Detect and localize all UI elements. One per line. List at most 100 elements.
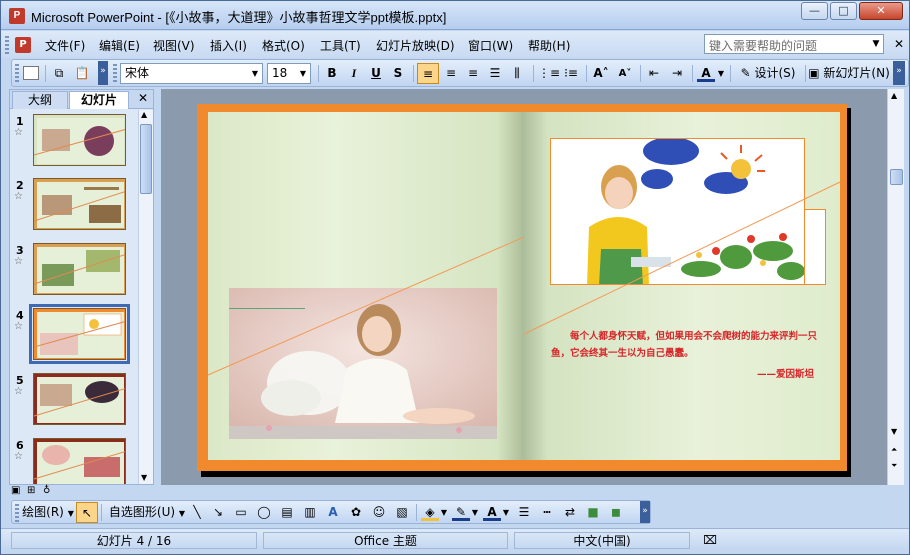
line-color-icon[interactable]: ✎ <box>452 502 470 521</box>
slide-thumbnail-row[interactable]: 4 ☆ <box>10 304 140 364</box>
toolbar-grip[interactable] <box>15 64 19 82</box>
textbox-icon[interactable]: ▤ <box>278 502 296 523</box>
draw-font-color-icon[interactable]: A <box>483 502 501 521</box>
language-indicator[interactable]: 中文(中国) <box>514 532 690 549</box>
fill-color-dropdown-icon[interactable]: ▼ <box>440 502 448 523</box>
line-color-dropdown-icon[interactable]: ▼ <box>471 502 479 523</box>
line-icon[interactable]: ╲ <box>188 502 206 523</box>
diagram-icon[interactable]: ✿ <box>347 502 365 523</box>
rectangle-icon[interactable]: ▭ <box>232 502 250 523</box>
wordart-icon[interactable]: A <box>324 502 342 523</box>
design-button[interactable]: ✎ 设计(S) <box>734 63 802 84</box>
vertical-textbox-icon[interactable]: ▥ <box>301 502 319 523</box>
clipart-icon[interactable]: ☺ <box>370 502 388 523</box>
align-right-icon[interactable]: ≡ <box>463 63 483 84</box>
shadow-button[interactable]: S <box>388 63 408 84</box>
help-search-input[interactable]: 键入需要帮助的问题 <box>704 34 884 54</box>
justify-icon[interactable]: ☰ <box>485 63 505 84</box>
tab-slides[interactable]: 幻灯片 <box>69 91 129 109</box>
menu-insert[interactable]: 插入(I) <box>210 37 247 54</box>
grow-font-button[interactable]: A˄ <box>590 63 612 84</box>
arrow-icon[interactable]: ↘ <box>209 502 227 523</box>
slide-thumbnail-row[interactable]: 6 ☆ <box>10 434 140 484</box>
slide-thumbnail-row[interactable]: 5 ☆ <box>10 369 140 429</box>
menu-tools[interactable]: 工具(T) <box>320 37 361 54</box>
select-pointer-button[interactable]: ↖ <box>76 502 98 523</box>
menu-file[interactable]: 文件(F) <box>45 37 85 54</box>
slideshow-icon[interactable]: ♁ <box>43 485 50 496</box>
font-color-dropdown-icon[interactable]: ▼ <box>716 63 726 84</box>
font-color-button[interactable]: A <box>697 63 715 82</box>
bullet-list-icon[interactable]: ⁝≡ <box>561 63 581 84</box>
slide-thumbnail-1[interactable] <box>33 114 126 166</box>
3d-style-icon[interactable]: ◼ <box>607 502 625 523</box>
slide-sorter-icon[interactable]: ⊞ <box>27 485 35 496</box>
draw-menu-button[interactable]: 绘图(R) ▼ <box>22 502 74 523</box>
menu-format[interactable]: 格式(O) <box>262 37 305 54</box>
size-dropdown-icon[interactable]: ▼ <box>296 64 310 83</box>
arrow-style-icon[interactable]: ⇄ <box>561 502 579 523</box>
new-document-icon[interactable] <box>23 66 39 80</box>
distribute-icon[interactable]: ⫼ <box>507 63 527 84</box>
document-close-icon[interactable]: ✕ <box>894 37 904 51</box>
slide-thumbnail-4-selected[interactable] <box>29 304 130 364</box>
slide-thumbnail-5[interactable] <box>33 373 126 425</box>
fill-color-icon[interactable]: ◈ <box>421 502 439 521</box>
draw-font-color-dropdown-icon[interactable]: ▼ <box>502 502 510 523</box>
menu-help[interactable]: 帮助(H) <box>528 37 570 54</box>
align-left-button[interactable]: ≡ <box>417 63 439 84</box>
slides-pane-scrollbar[interactable]: ▲ ▼ <box>138 110 153 484</box>
oval-icon[interactable]: ◯ <box>255 502 273 523</box>
scroll-up-icon[interactable]: ▲ <box>141 110 147 119</box>
slide-scrollbar[interactable]: ▲ ▼ ⏶ ⏷ <box>887 89 904 485</box>
picture-icon[interactable]: ▧ <box>393 502 411 523</box>
minimize-button[interactable]: — <box>801 2 828 20</box>
normal-view-icon[interactable]: ▣ <box>11 485 20 496</box>
bold-button[interactable]: B <box>322 63 342 84</box>
menubar-grip[interactable] <box>5 36 9 54</box>
align-center-icon[interactable]: ≡ <box>441 63 461 84</box>
close-button[interactable]: ✕ <box>859 2 903 20</box>
menu-window[interactable]: 窗口(W) <box>468 37 513 54</box>
slide-thumbnail-3[interactable] <box>33 243 126 295</box>
slide-4[interactable]: 每个人都身怀天赋，但如果用会不会爬树的能力来评判一只 鱼，它会终其一生以为自己愚… <box>197 104 847 471</box>
line-style-icon[interactable]: ☰ <box>515 502 533 523</box>
document-icon[interactable]: P <box>15 37 31 53</box>
slide-thumbnail-row[interactable]: 3 ☆ <box>10 239 140 299</box>
underline-button[interactable]: U <box>366 63 386 84</box>
toolbar-options-icon[interactable]: » <box>893 61 905 85</box>
scroll-thumb[interactable] <box>140 124 152 194</box>
new-slide-button[interactable]: ▣ 新幻灯片(N) <box>808 63 890 84</box>
scroll-thumb[interactable] <box>890 169 903 185</box>
shadow-style-icon[interactable]: ■ <box>584 502 602 523</box>
slide-thumbnail-2[interactable] <box>33 178 126 230</box>
toolbar-grip-2[interactable] <box>113 64 117 82</box>
font-size-select[interactable]: 18 ▼ <box>267 63 311 84</box>
scroll-down-icon[interactable]: ▼ <box>891 427 897 436</box>
prev-slide-icon[interactable]: ⏶ <box>891 445 897 455</box>
shrink-font-button[interactable]: A˅ <box>614 63 636 84</box>
tab-outline[interactable]: 大纲 <box>12 91 68 109</box>
increase-indent-icon[interactable]: ⇥ <box>667 63 687 84</box>
italic-button[interactable]: I <box>344 63 364 84</box>
maximize-button[interactable]: □ <box>830 2 857 20</box>
dash-style-icon[interactable]: ┅ <box>538 502 556 523</box>
menu-slideshow[interactable]: 幻灯片放映(D) <box>376 37 455 54</box>
next-slide-icon[interactable]: ⏷ <box>891 461 897 471</box>
toolbar-options-icon[interactable]: » <box>640 501 650 523</box>
slide-thumbnail-row[interactable]: 2 ☆ <box>10 174 140 234</box>
copy-icon[interactable]: ⧉ <box>49 63 69 84</box>
slide-thumbnail-6[interactable] <box>33 438 126 484</box>
spelling-check-icon[interactable]: ⌧ <box>695 532 725 549</box>
toolbar-grip[interactable] <box>15 504 19 522</box>
pane-close-icon[interactable]: ✕ <box>138 91 148 105</box>
numbered-list-icon[interactable]: ⋮≡ <box>538 63 560 84</box>
toolbar-options-icon[interactable]: » <box>98 61 108 85</box>
slide-thumbnail-row[interactable]: 1 ☆ <box>10 110 140 170</box>
scroll-down-icon[interactable]: ▼ <box>141 473 147 482</box>
paste-icon[interactable]: 📋 <box>72 63 92 84</box>
autoshapes-menu-button[interactable]: 自选图形(U) ▼ <box>106 502 188 523</box>
scroll-up-icon[interactable]: ▲ <box>891 91 897 100</box>
font-name-select[interactable]: 宋体 ▼ <box>120 63 263 84</box>
powerpoint-app-icon[interactable]: P <box>9 8 25 24</box>
